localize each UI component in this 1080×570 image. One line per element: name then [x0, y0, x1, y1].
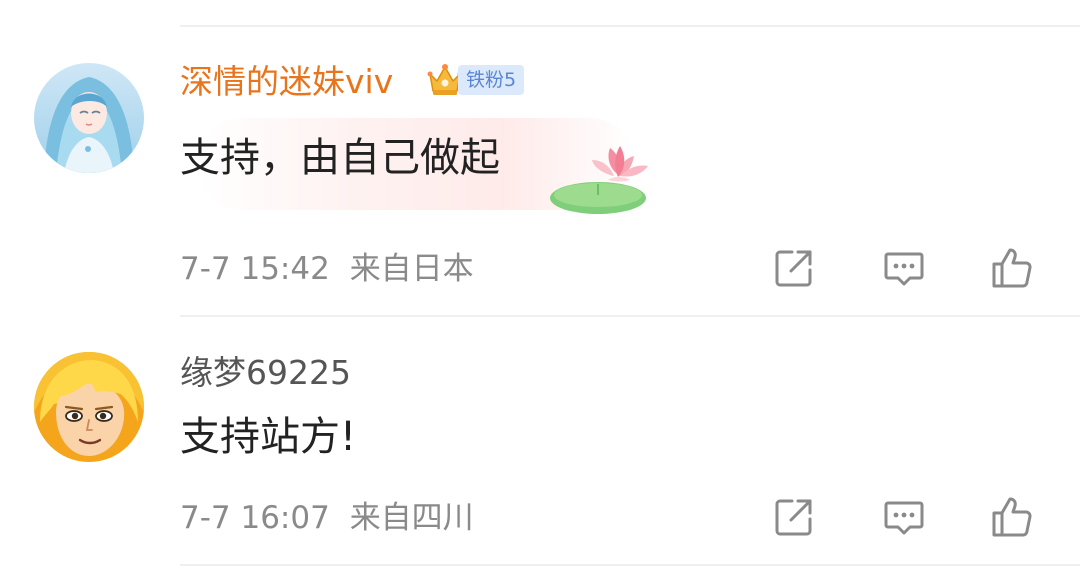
share-button[interactable]	[770, 244, 818, 292]
avatar-image	[34, 63, 144, 173]
reply-button[interactable]	[880, 244, 928, 292]
comment-time: 7-7 16:07	[180, 500, 330, 536]
reply-button[interactable]	[880, 493, 928, 541]
comment-time: 7-7 15:42	[180, 251, 330, 287]
like-icon	[992, 497, 1032, 537]
avatar[interactable]	[34, 63, 144, 173]
fan-level-badge: 铁粉5	[458, 65, 525, 95]
comment-meta: 7-7 16:07 来自四川	[180, 498, 474, 538]
avatar-image	[34, 352, 144, 462]
bottom-divider	[180, 564, 1080, 566]
share-icon	[775, 499, 812, 536]
comment-location: 来自四川	[349, 500, 474, 536]
comment-text: 支持，由自己做起	[180, 135, 500, 181]
comment-location: 来自日本	[349, 251, 474, 287]
comment-item: 缘梦69225 支持站方! 7-7 16:07 来自四川	[0, 316, 1080, 570]
share-button[interactable]	[770, 493, 818, 541]
username[interactable]: 深情的迷妹viv	[180, 62, 393, 102]
comment-icon	[884, 252, 924, 286]
like-button[interactable]	[988, 244, 1036, 292]
like-icon	[992, 248, 1032, 288]
avatar[interactable]	[34, 352, 144, 462]
fan-badge-group[interactable]: 铁粉5	[426, 62, 525, 98]
like-button[interactable]	[988, 493, 1036, 541]
comment-icon	[884, 501, 924, 535]
lotus-sticker-icon	[550, 146, 648, 214]
comment-meta: 7-7 15:42 来自日本	[180, 249, 474, 289]
comment-text: 支持站方!	[180, 414, 357, 460]
comment-item: 深情的迷妹viv 铁粉5 支持，由自己做起 7-7 15:42 来自日本	[0, 0, 1080, 316]
username[interactable]: 缘梦69225	[180, 353, 351, 393]
share-icon	[775, 250, 812, 287]
